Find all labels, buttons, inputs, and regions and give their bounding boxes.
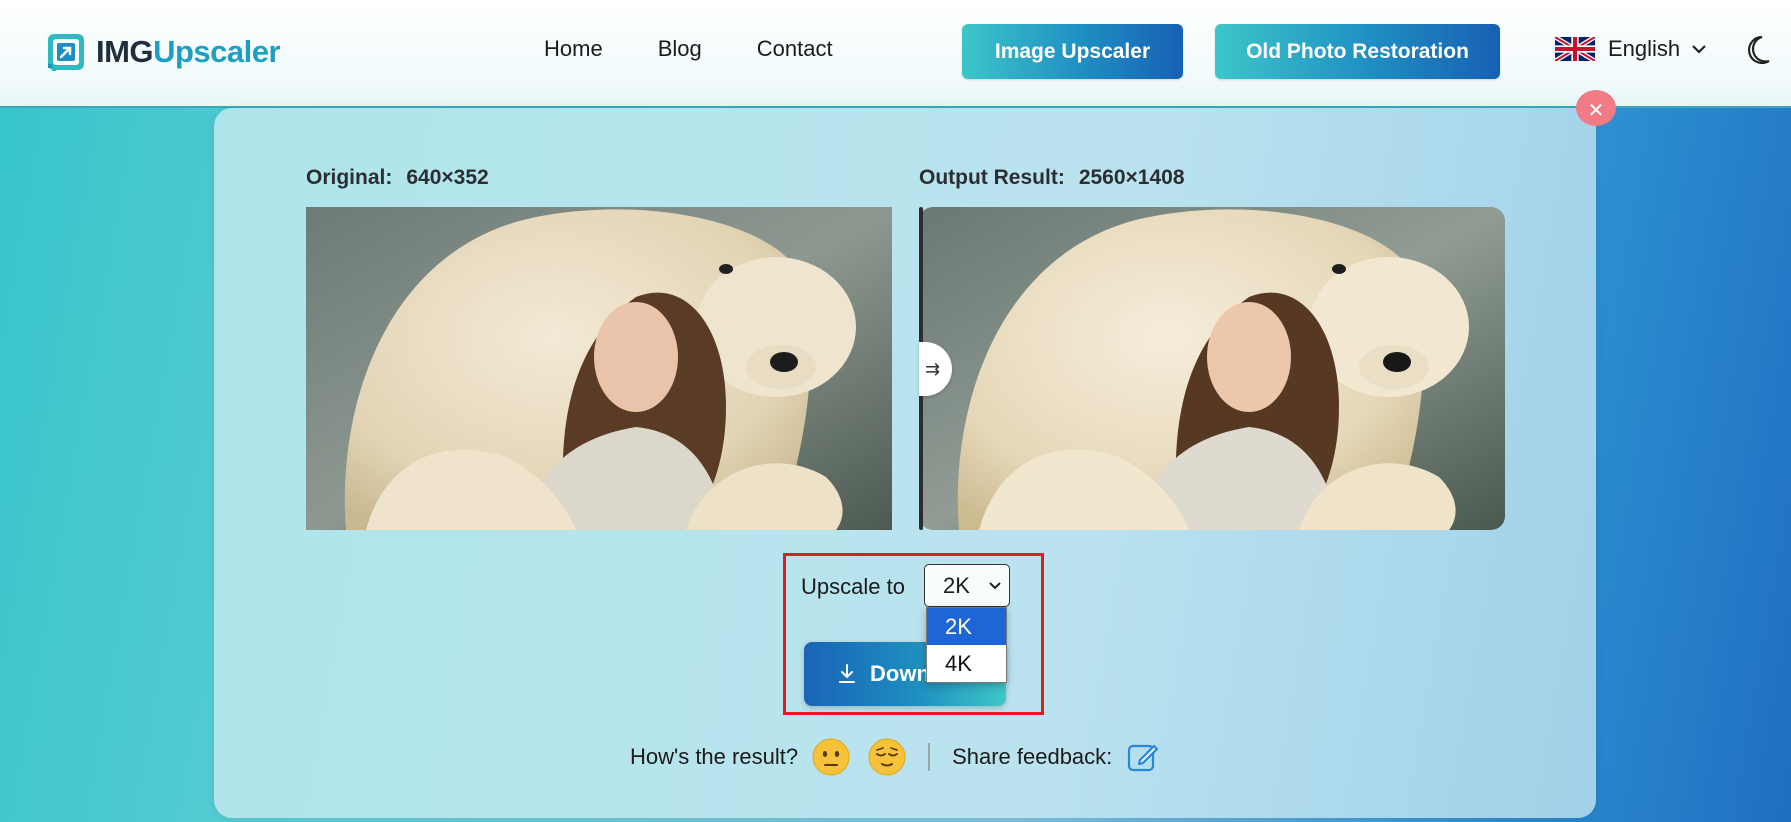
upscale-selected-value: 2K — [943, 572, 970, 598]
download-icon — [839, 664, 855, 683]
nav-home[interactable]: Home — [544, 36, 603, 62]
edit-feedback-icon[interactable] — [1126, 740, 1160, 774]
original-image — [306, 207, 892, 530]
download-label: Down — [870, 661, 930, 686]
arrows-icon: ⇉ — [924, 358, 941, 379]
language-selector[interactable]: English — [1554, 36, 1706, 62]
logo-text-img: IMG — [96, 34, 154, 69]
site-header: IMGUpscaler Home Blog Contact Image Upsc… — [0, 0, 1791, 108]
option-2k[interactable]: 2K — [927, 608, 1006, 645]
original-label: Original: 640×352 — [306, 166, 489, 190]
language-label: English — [1608, 36, 1681, 61]
feedback-row: How's the result? Share feedback: — [630, 737, 1160, 777]
output-size: 2560×1408 — [1078, 166, 1185, 189]
share-feedback-label: Share feedback: — [952, 744, 1113, 769]
feedback-divider — [928, 743, 931, 771]
logo-text: IMGUpscaler — [96, 34, 281, 70]
chevron-down-icon — [989, 582, 1001, 590]
logo[interactable]: IMGUpscaler — [46, 30, 281, 74]
chevron-down-icon — [1692, 45, 1706, 54]
output-image — [919, 207, 1505, 530]
upscale-select[interactable]: 2K — [924, 564, 1010, 607]
option-4k[interactable]: 4K — [927, 645, 1006, 682]
output-label-text: Output Result: — [919, 166, 1065, 189]
feedback-question: How's the result? — [630, 744, 799, 769]
original-size: 640×352 — [406, 166, 489, 189]
original-label-text: Original: — [306, 166, 393, 189]
close-button[interactable]: ✕ — [1576, 90, 1616, 126]
upscale-dropdown: 2K 4K — [926, 607, 1007, 683]
image-upscaler-button[interactable]: Image Upscaler — [962, 24, 1183, 79]
relieved-face-icon[interactable] — [868, 738, 906, 776]
nav-contact[interactable]: Contact — [757, 36, 833, 62]
moon-icon[interactable] — [1744, 34, 1772, 66]
logo-icon — [46, 32, 86, 72]
output-label: Output Result: 2560×1408 — [919, 166, 1185, 190]
uk-flag-icon — [1554, 37, 1596, 61]
close-icon: ✕ — [1587, 100, 1605, 122]
upscale-label: Upscale to — [801, 574, 905, 599]
old-photo-restoration-button[interactable]: Old Photo Restoration — [1215, 24, 1500, 79]
main-nav: Home Blog Contact — [544, 36, 888, 62]
nav-blog[interactable]: Blog — [658, 36, 702, 62]
logo-text-upscaler: Upscaler — [153, 34, 281, 69]
neutral-face-icon[interactable] — [812, 738, 850, 776]
